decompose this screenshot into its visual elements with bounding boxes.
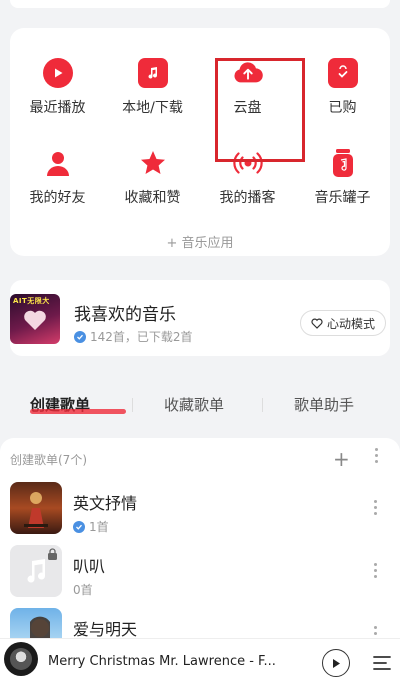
app-cloud-drive[interactable]: 云盘 (200, 58, 295, 128)
app-collect-like[interactable]: 收藏和赞 (105, 148, 200, 218)
add-playlist-icon[interactable]: + (333, 447, 350, 471)
app-label: 音乐罐子 (314, 190, 371, 206)
heart-mode-button[interactable]: 心动模式 (300, 310, 387, 336)
app-music-jar[interactable]: 音乐罐子 (295, 148, 390, 218)
row-more-icon[interactable] (374, 563, 377, 578)
heart-outline-icon (311, 318, 323, 329)
favorite-subtitle-row: 142首，已下载2首 (74, 328, 193, 345)
app-label: 我的播客 (219, 190, 276, 206)
app-label: 收藏和赞 (124, 190, 181, 206)
playlist-count: 0首 (73, 583, 93, 597)
star-icon (138, 148, 168, 178)
app-label: 本地/下载 (122, 100, 183, 116)
playlist-section-title: 创建歌单(7个) (10, 453, 87, 467)
app-label: 我的好友 (29, 190, 86, 206)
app-local-download[interactable]: 本地/下载 (105, 58, 200, 128)
play-icon (333, 658, 340, 668)
more-options-icon[interactable] (373, 448, 379, 466)
playlist-cover (10, 482, 62, 534)
cover-badge: AIT无限大 (13, 297, 50, 305)
playlist-name: 叭叭 (73, 557, 106, 576)
bag-check-icon (327, 58, 358, 88)
playlist-count: 1首 (89, 520, 109, 534)
app-recent-played[interactable]: 最近播放 (10, 58, 105, 128)
music-note-icon (137, 58, 168, 88)
downloaded-check-icon (73, 520, 85, 533)
heart-icon (24, 310, 46, 330)
app-label: 最近播放 (29, 100, 86, 116)
app-label: 已购 (328, 100, 357, 116)
playlist-cover (10, 545, 62, 597)
tab-divider (132, 398, 133, 412)
play-icon (42, 58, 73, 88)
app-label: 云盘 (233, 100, 262, 116)
lock-icon (48, 548, 57, 560)
top-card-edge (10, 0, 390, 8)
favorite-cover: AIT无限大 (10, 294, 60, 344)
person-icon (43, 148, 73, 178)
jar-icon (328, 148, 358, 178)
tab-collected-playlists[interactable]: 收藏歌单 (164, 394, 224, 415)
broadcast-icon (232, 148, 263, 178)
playlist-row[interactable]: 叭叭 0首 (10, 545, 390, 605)
playlist-tabs: 创建歌单 收藏歌单 歌单助手 (0, 378, 400, 428)
playlist-queue-icon[interactable] (372, 653, 392, 673)
playlist-name: 英文抒情 (73, 494, 138, 513)
playlist-meta: 0首 (73, 581, 93, 598)
app-my-podcast[interactable]: 我的播客 (200, 148, 295, 218)
playlist-name: 爱与明天 (73, 620, 138, 639)
tab-divider (262, 398, 263, 412)
play-button[interactable] (322, 649, 350, 677)
tab-playlist-assistant[interactable]: 歌单助手 (294, 394, 354, 415)
favorite-title: 我喜欢的音乐 (74, 305, 176, 325)
playlist-row[interactable]: 英文抒情 1首 (10, 482, 390, 542)
favorite-subtitle: 142首，已下载2首 (90, 330, 193, 344)
heart-mode-label: 心动模式 (327, 316, 376, 331)
add-music-app-button[interactable]: + 音乐应用 (10, 232, 390, 251)
app-purchased[interactable]: 已购 (295, 58, 390, 128)
mini-player[interactable]: Merry Christmas Mr. Lawrence - F... (0, 638, 400, 687)
cloud-upload-icon (233, 58, 263, 88)
row-more-icon[interactable] (374, 500, 377, 515)
app-my-friends[interactable]: 我的好友 (10, 148, 105, 218)
music-apps-card: 最近播放 本地/下载 云盘 已购 我的好友 收藏和赞 我的播客 音乐罐子 + 音… (10, 28, 390, 256)
favorite-music-card[interactable]: AIT无限大 我喜欢的音乐 142首，已下载2首 心动模式 (10, 280, 390, 356)
downloaded-check-icon (74, 330, 86, 343)
playlist-meta: 1首 (73, 518, 109, 535)
album-disc[interactable] (4, 642, 38, 676)
now-playing-title: Merry Christmas Mr. Lawrence - F... (48, 654, 276, 669)
active-tab-indicator (30, 409, 126, 414)
music-note-icon (27, 559, 46, 583)
